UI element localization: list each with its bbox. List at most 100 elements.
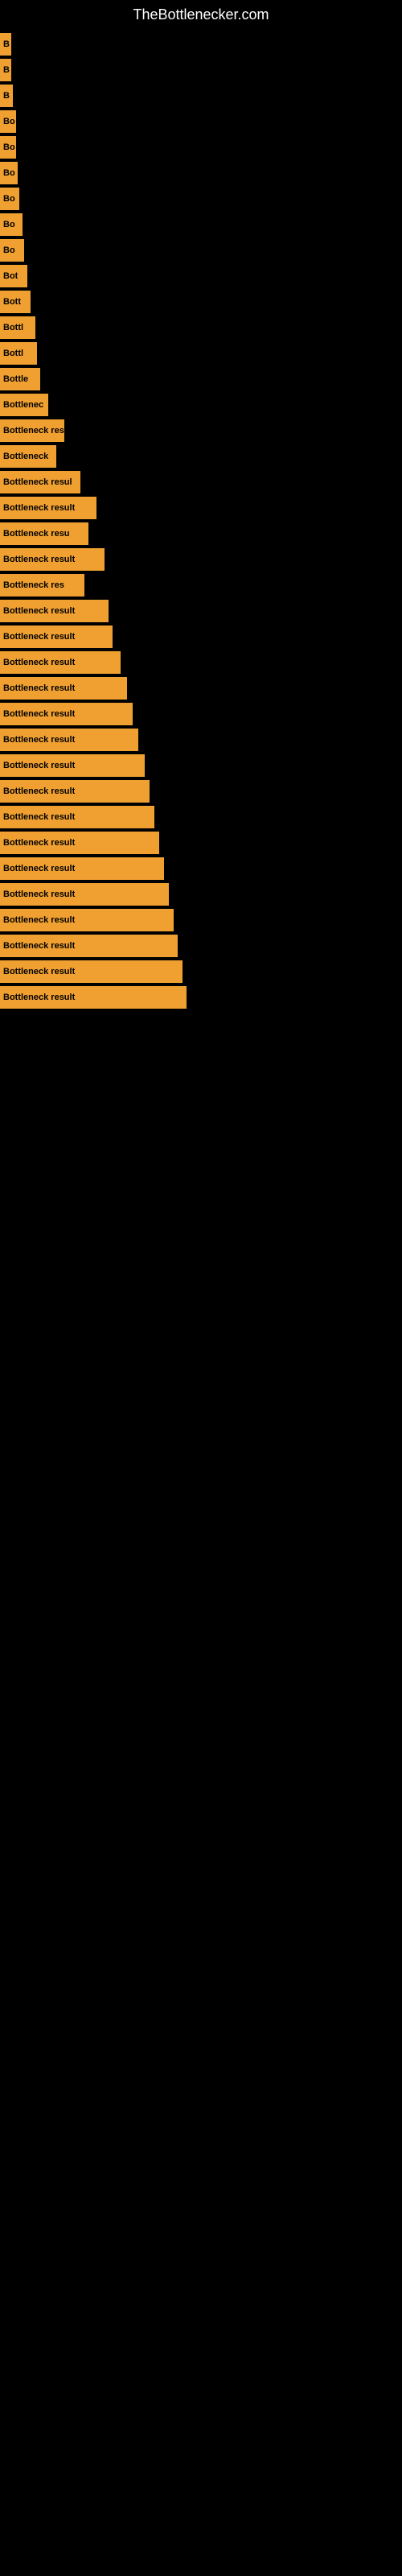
bar-label-4: Bo <box>3 117 15 126</box>
bar-row: Bottleneck res <box>0 574 402 597</box>
bar-label-30: Bottleneck result <box>3 786 75 796</box>
bar-20: Bottleneck resu <box>0 522 88 545</box>
bar-row: Bottleneck result <box>0 729 402 751</box>
bar-4: Bo <box>0 110 16 133</box>
bar-label-24: Bottleneck result <box>3 632 75 642</box>
bar-label-38: Bottleneck result <box>3 993 75 1002</box>
bar-9: Bo <box>0 239 24 262</box>
bar-label-15: Bottlenec <box>3 400 43 410</box>
bars-container: B B B Bo Bo Bo Bo Bo Bo Bot Bott Bottl Bottl Bottle Bo… <box>0 33 402 1028</box>
bar-28: Bottleneck result <box>0 729 138 751</box>
bar-label-35: Bottleneck result <box>3 915 75 925</box>
bar-label-18: Bottleneck resul <box>3 477 72 487</box>
bar-row: Bottleneck result <box>0 625 402 648</box>
bar-15: Bottlenec <box>0 394 48 416</box>
bar-row: Bottleneck result <box>0 677 402 700</box>
bar-row: Bo <box>0 239 402 262</box>
bar-label-25: Bottleneck result <box>3 658 75 667</box>
bar-label-19: Bottleneck result <box>3 503 75 513</box>
bar-11: Bott <box>0 291 31 313</box>
bar-label-34: Bottleneck result <box>3 890 75 899</box>
bar-3: B <box>0 85 13 107</box>
bar-label-23: Bottleneck result <box>3 606 75 616</box>
bar-7: Bo <box>0 188 19 210</box>
bar-row: Bo <box>0 136 402 159</box>
bar-label-5: Bo <box>3 142 15 152</box>
bar-33: Bottleneck result <box>0 857 164 880</box>
bar-row: Bottleneck result <box>0 651 402 674</box>
bar-16: Bottleneck res <box>0 419 64 442</box>
site-title: TheBottlenecker.com <box>0 0 402 33</box>
bar-row: Bo <box>0 213 402 236</box>
bar-row: Bo <box>0 188 402 210</box>
bar-26: Bottleneck result <box>0 677 127 700</box>
bar-label-9: Bo <box>3 246 15 255</box>
bar-row: Bottleneck result <box>0 960 402 983</box>
bar-label-8: Bo <box>3 220 15 229</box>
bar-25: Bottleneck result <box>0 651 121 674</box>
bar-row: Bottleneck result <box>0 600 402 622</box>
bar-36: Bottleneck result <box>0 935 178 957</box>
bar-row: B <box>0 59 402 81</box>
bar-label-7: Bo <box>3 194 15 204</box>
bar-row: Bottleneck result <box>0 806 402 828</box>
bar-14: Bottle <box>0 368 40 390</box>
bar-24: Bottleneck result <box>0 625 113 648</box>
bar-label-3: B <box>3 91 10 101</box>
bar-37: Bottleneck result <box>0 960 183 983</box>
bar-label-17: Bottleneck <box>3 452 48 461</box>
bar-row: Bottleneck result <box>0 497 402 519</box>
bar-1: B <box>0 33 11 56</box>
bar-row: Bottleneck result <box>0 754 402 777</box>
bar-label-6: Bo <box>3 168 15 178</box>
bar-30: Bottleneck result <box>0 780 150 803</box>
bar-34: Bottleneck result <box>0 883 169 906</box>
bar-label-37: Bottleneck result <box>3 967 75 976</box>
bar-19: Bottleneck result <box>0 497 96 519</box>
bar-row: Bottleneck result <box>0 935 402 957</box>
bar-row: Bottleneck result <box>0 780 402 803</box>
bar-label-31: Bottleneck result <box>3 812 75 822</box>
bar-row: Bottleneck <box>0 445 402 468</box>
bar-row: Bottleneck result <box>0 548 402 571</box>
bar-row: Bottleneck result <box>0 832 402 854</box>
bar-row: Bottleneck resu <box>0 522 402 545</box>
bar-row: Bottleneck result <box>0 857 402 880</box>
bar-12: Bottl <box>0 316 35 339</box>
bar-10: Bot <box>0 265 27 287</box>
bar-label-12: Bottl <box>3 323 23 332</box>
bar-label-26: Bottleneck result <box>3 683 75 693</box>
bar-label-22: Bottleneck res <box>3 580 64 590</box>
bar-row: Bottl <box>0 316 402 339</box>
bar-row: Bottleneck result <box>0 883 402 906</box>
bar-5: Bo <box>0 136 16 159</box>
bar-label-2: B <box>3 65 10 75</box>
bar-label-10: Bot <box>3 271 18 281</box>
bar-row: Bot <box>0 265 402 287</box>
bar-row: Bottleneck result <box>0 909 402 931</box>
bar-label-27: Bottleneck result <box>3 709 75 719</box>
bar-32: Bottleneck result <box>0 832 159 854</box>
bar-label-11: Bott <box>3 297 21 307</box>
bar-label-32: Bottleneck result <box>3 838 75 848</box>
bar-label-1: B <box>3 39 10 49</box>
bar-row: Bottleneck result <box>0 703 402 725</box>
bar-18: Bottleneck resul <box>0 471 80 493</box>
bar-label-16: Bottleneck res <box>3 426 64 436</box>
bar-22: Bottleneck res <box>0 574 84 597</box>
bar-31: Bottleneck result <box>0 806 154 828</box>
bar-row: Bottle <box>0 368 402 390</box>
bar-38: Bottleneck result <box>0 986 187 1009</box>
bar-row: Bo <box>0 162 402 184</box>
bar-13: Bottl <box>0 342 37 365</box>
bar-row: Bo <box>0 110 402 133</box>
bar-label-20: Bottleneck resu <box>3 529 70 539</box>
bar-row: Bottleneck resul <box>0 471 402 493</box>
bar-row: Bottl <box>0 342 402 365</box>
bar-6: Bo <box>0 162 18 184</box>
bar-row: Bott <box>0 291 402 313</box>
bar-row: Bottlenec <box>0 394 402 416</box>
bar-17: Bottleneck <box>0 445 56 468</box>
bar-label-21: Bottleneck result <box>3 555 75 564</box>
bar-label-33: Bottleneck result <box>3 864 75 873</box>
